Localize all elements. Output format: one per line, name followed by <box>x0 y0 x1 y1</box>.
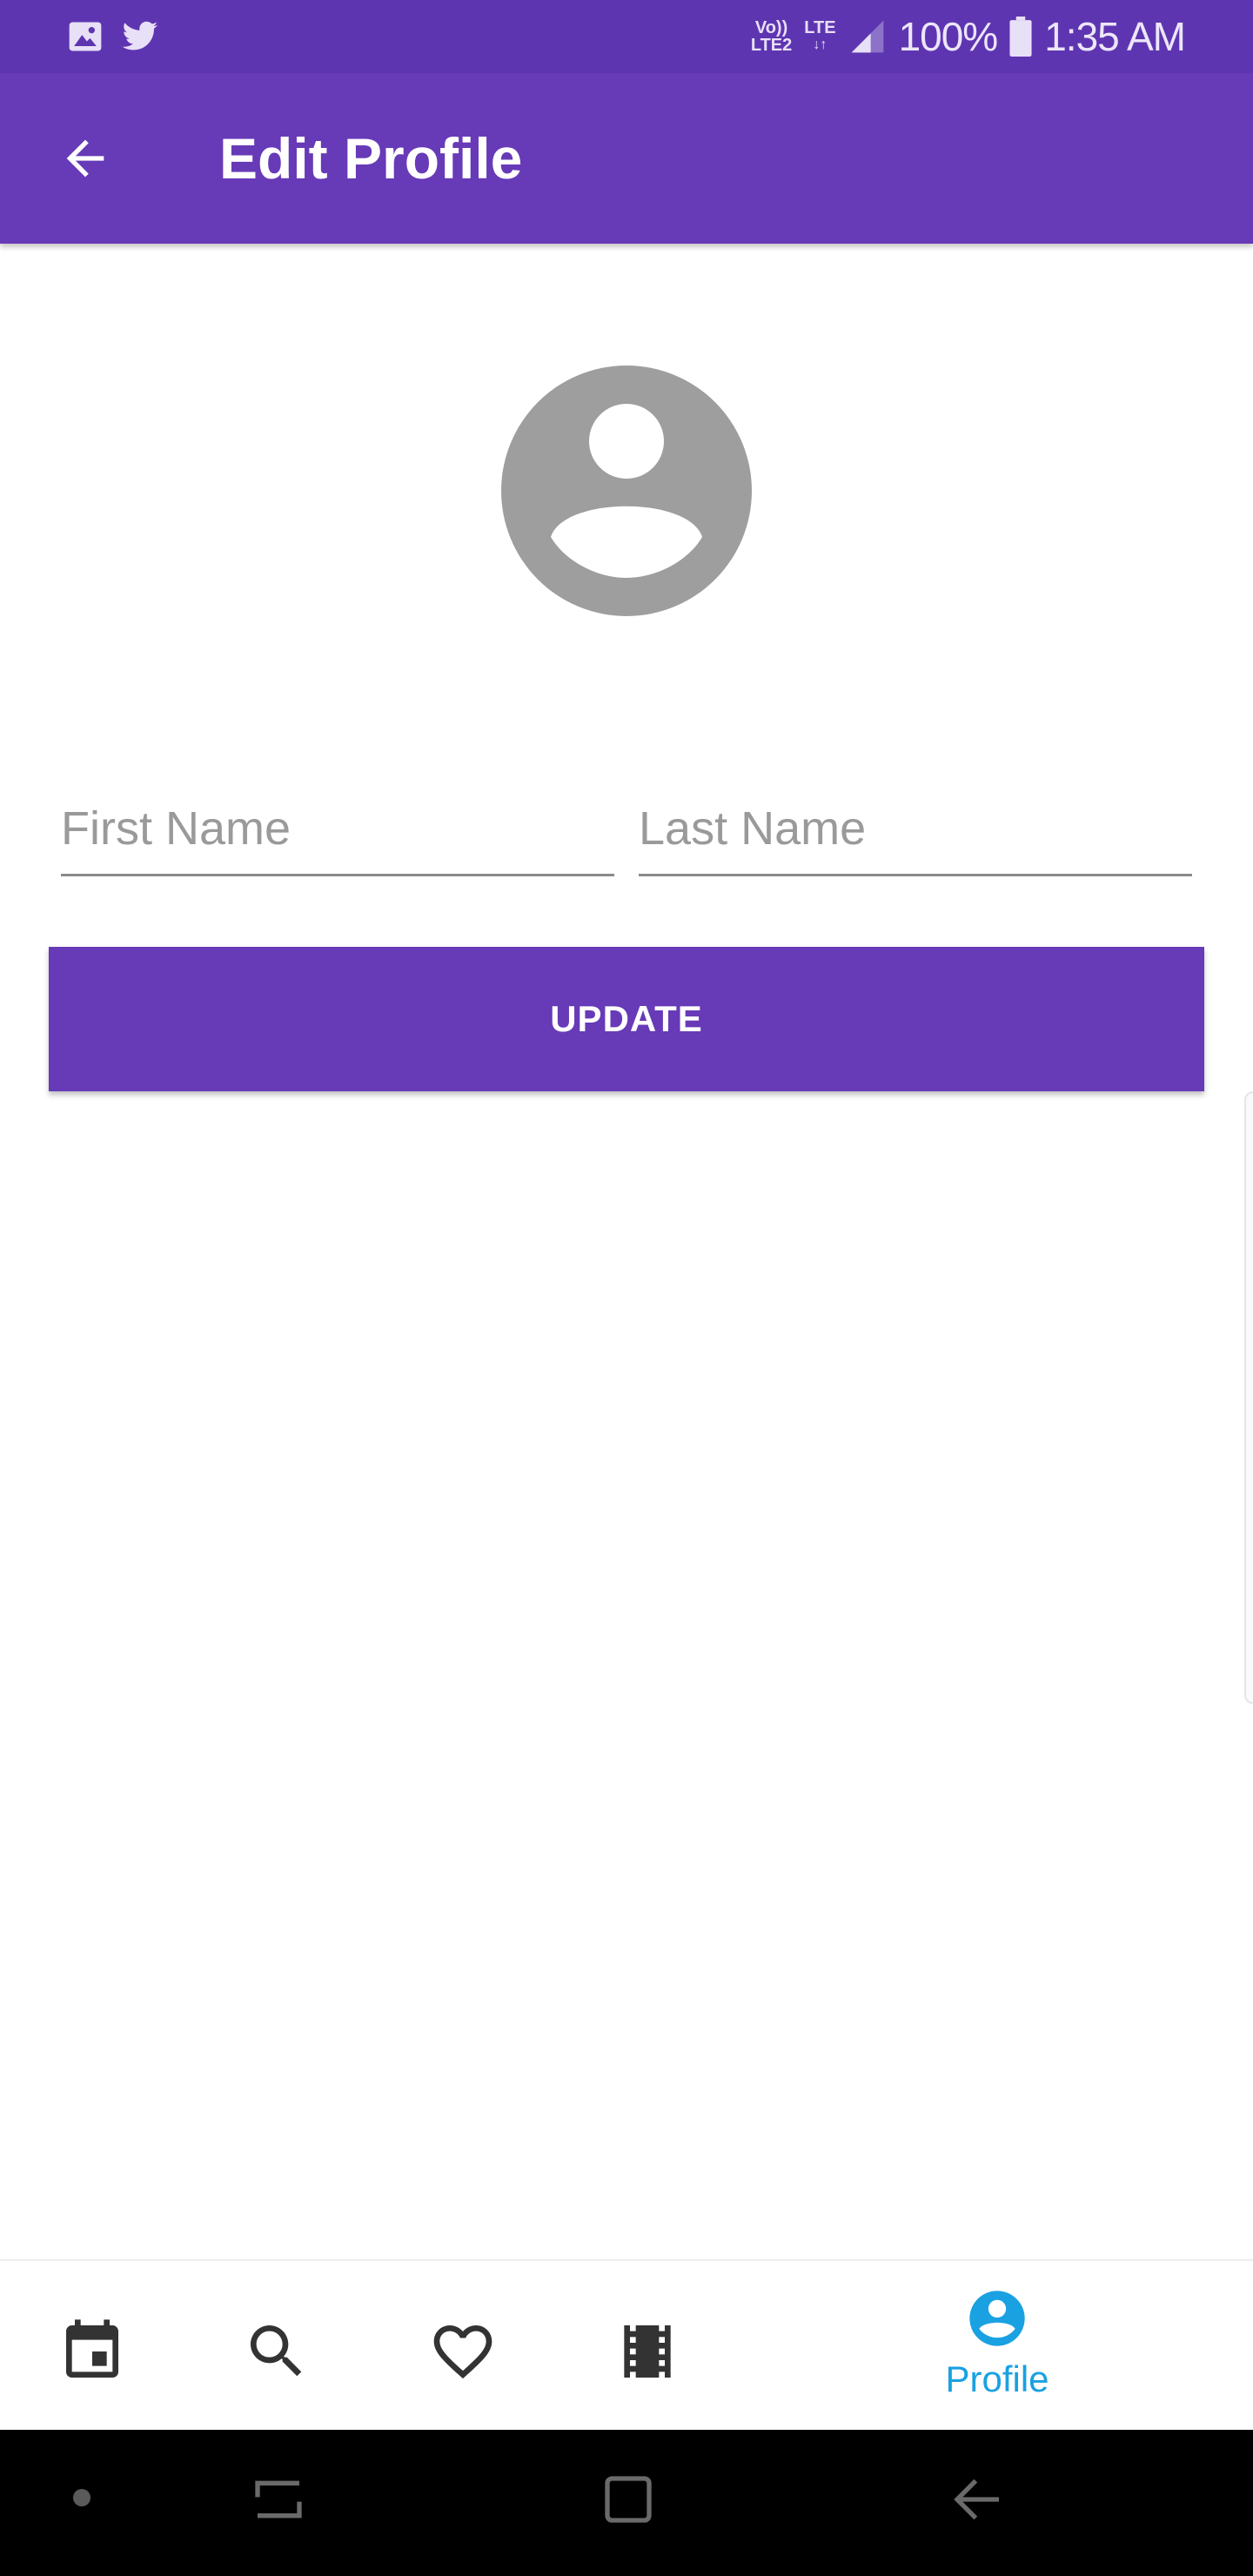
image-icon <box>69 22 102 51</box>
lte-indicator: LTE ↓↑ <box>804 18 836 52</box>
account-circle-icon[interactable] <box>501 366 752 616</box>
back-icon[interactable] <box>950 2472 1006 2527</box>
nav-profile-label: Profile <box>945 2358 1049 2399</box>
nav-item-search[interactable] <box>233 2261 320 2432</box>
nav-item-favorites[interactable] <box>419 2261 506 2432</box>
last-name-field[interactable] <box>639 783 1192 876</box>
status-bar: Vo)) LTE2 LTE ↓↑ 100% 1:35 AM <box>0 0 1253 73</box>
last-name-input[interactable] <box>639 783 1192 874</box>
home-icon[interactable] <box>600 2472 656 2527</box>
account-circle-icon <box>969 2291 1025 2346</box>
dot-icon[interactable] <box>71 2487 92 2508</box>
bottom-navigation: Profile <box>0 2259 1253 2432</box>
search-icon <box>251 2325 302 2377</box>
heart-icon <box>433 2325 492 2379</box>
recent-apps-icon[interactable] <box>251 2472 306 2527</box>
battery-percentage: 100% <box>898 14 999 59</box>
first-name-field[interactable] <box>61 783 614 876</box>
clock: 1:35 AM <box>1044 14 1186 59</box>
battery-icon <box>1009 17 1032 57</box>
arrow-back-icon[interactable] <box>57 131 113 186</box>
nav-item-movies[interactable] <box>604 2261 691 2432</box>
first-name-input[interactable] <box>61 783 614 874</box>
film-icon <box>624 2325 671 2378</box>
update-button[interactable]: UPDATE <box>49 947 1204 1091</box>
signal-icon <box>851 20 883 53</box>
nav-item-calendar[interactable] <box>49 2261 136 2432</box>
edge-panel-handle[interactable] <box>1244 1091 1253 1704</box>
volte-indicator: Vo)) LTE2 <box>750 18 793 55</box>
twitter-icon <box>122 21 158 50</box>
system-navigation-bar <box>0 2430 1253 2576</box>
page-title: Edit Profile <box>219 126 523 191</box>
nav-item-profile[interactable] <box>910 2261 1084 2432</box>
calendar-icon <box>66 2319 118 2378</box>
app-bar: Edit Profile <box>0 73 1253 244</box>
